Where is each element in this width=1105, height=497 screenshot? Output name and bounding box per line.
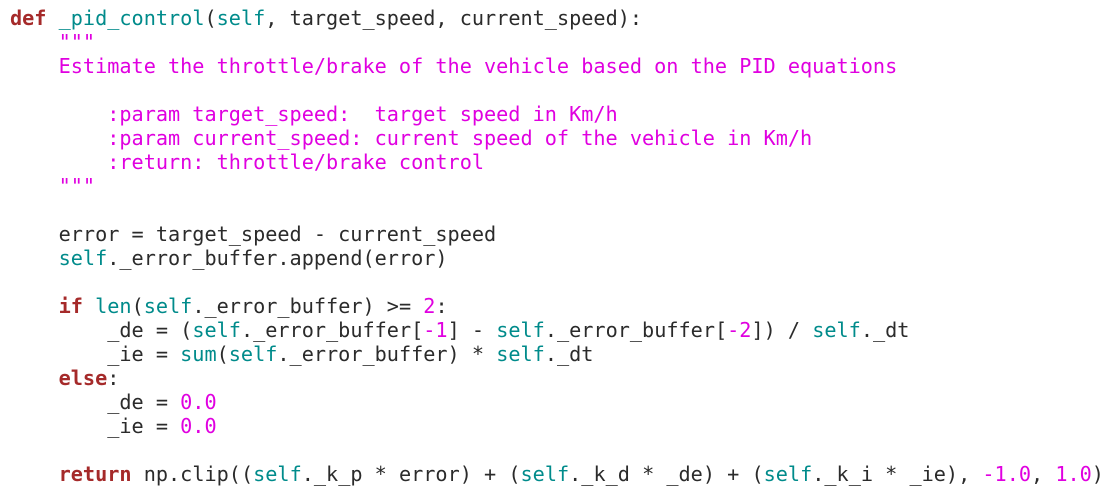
code-line[interactable]: """ [10, 174, 1104, 198]
code-line[interactable] [10, 270, 1104, 294]
code-line[interactable]: :param target_speed: target speed in Km/… [10, 102, 1104, 126]
number-token: -1.0 [982, 462, 1032, 486]
code-line[interactable]: else: [10, 366, 1104, 390]
function-name-token: _pid_control [58, 6, 205, 30]
docstring-token: :param current_speed: current speed of t… [10, 126, 813, 150]
code-text-token: ]) / [751, 318, 813, 342]
code-line[interactable]: :param current_speed: current speed of t… [10, 126, 1104, 150]
code-block[interactable]: def _pid_control(self, target_speed, cur… [10, 6, 1104, 486]
self-token: self [496, 318, 545, 342]
code-text-token: ._dt [860, 318, 910, 342]
code-line[interactable]: _de = 0.0 [10, 390, 1104, 414]
builtin-token: len [95, 294, 132, 318]
code-line[interactable]: :return: throttle/brake control [10, 150, 1104, 174]
number-token: 1.0 [1055, 462, 1092, 486]
code-line[interactable]: Estimate the throttle/brake of the vehic… [10, 54, 1104, 78]
code-text-token: _ie = [10, 414, 181, 438]
self-token: self [228, 342, 278, 366]
code-text-token: , target_speed, current_speed): [265, 6, 643, 30]
number-token: 2 [423, 294, 436, 318]
self-token: self [496, 342, 545, 366]
keyword-token: else [58, 366, 108, 390]
code-text-token: ._k_i * _ie), [812, 462, 983, 486]
code-line[interactable]: return np.clip((self._k_p * error) + (se… [10, 462, 1104, 486]
code-text-token: : [107, 366, 120, 390]
self-token: self [812, 318, 861, 342]
code-text-token: ._error_buffer) * [277, 342, 497, 366]
self-token: self [58, 246, 108, 270]
code-text-token: ._dt [544, 342, 594, 366]
code-line[interactable]: error = target_speed - current_speed [10, 222, 1104, 246]
code-text-token: _de = [10, 390, 181, 414]
keyword-token: return [58, 462, 132, 486]
code-text-token: _ie = [10, 342, 181, 366]
number-token: 0.0 [180, 414, 217, 438]
code-text-token: : [435, 294, 448, 318]
code-text-token: ( [216, 342, 229, 366]
code-text-token: ._error_buffer[ [240, 318, 424, 342]
keyword-token: if [58, 294, 83, 318]
keyword-token: def [10, 6, 47, 30]
code-line[interactable]: """ [10, 30, 1104, 54]
code-line[interactable]: _ie = sum(self._error_buffer) * self._dt [10, 342, 1104, 366]
code-text-token: ( [131, 294, 144, 318]
docstring-token: :return: throttle/brake control [10, 150, 485, 174]
code-line[interactable] [10, 438, 1104, 462]
docstring-token: Estimate the throttle/brake of the vehic… [10, 54, 898, 78]
code-text-token: error = target_speed - current_speed [10, 222, 497, 246]
self-token: self [143, 294, 193, 318]
code-text-token: ._error_buffer.append(error) [107, 246, 448, 270]
number-token: -2 [727, 318, 752, 342]
self-token: self [216, 6, 266, 30]
code-text-token: ._k_d * _de) + ( [569, 462, 764, 486]
code-text-token: np.clip(( [131, 462, 254, 486]
self-token: self [520, 462, 570, 486]
code-line[interactable]: def _pid_control(self, target_speed, cur… [10, 6, 1104, 30]
docstring-token: """ [10, 30, 96, 54]
code-line[interactable]: self._error_buffer.append(error) [10, 246, 1104, 270]
code-text-token: _de = ( [10, 318, 193, 342]
code-text-token: ._error_buffer[ [544, 318, 728, 342]
code-editor[interactable]: def _pid_control(self, target_speed, cur… [0, 0, 1105, 497]
self-token: self [192, 318, 241, 342]
code-text-token: ._k_p * error) + ( [301, 462, 521, 486]
docstring-token: """ [10, 174, 96, 198]
code-line[interactable] [10, 78, 1104, 102]
number-token: -1 [423, 318, 448, 342]
code-text-token: ._error_buffer) >= [192, 294, 424, 318]
self-token: self [763, 462, 813, 486]
code-text-token: ) [1091, 462, 1104, 486]
code-line[interactable]: _ie = 0.0 [10, 414, 1104, 438]
builtin-token: sum [180, 342, 217, 366]
code-line[interactable] [10, 198, 1104, 222]
self-token: self [253, 462, 302, 486]
code-text-token: ] - [447, 318, 497, 342]
number-token: 0.0 [180, 390, 217, 414]
code-line[interactable]: if len(self._error_buffer) >= 2: [10, 294, 1104, 318]
code-text-token: , [1031, 462, 1056, 486]
code-text-token: ( [204, 6, 217, 30]
docstring-token: :param target_speed: target speed in Km/… [10, 102, 618, 126]
code-line[interactable]: _de = (self._error_buffer[-1] - self._er… [10, 318, 1104, 342]
